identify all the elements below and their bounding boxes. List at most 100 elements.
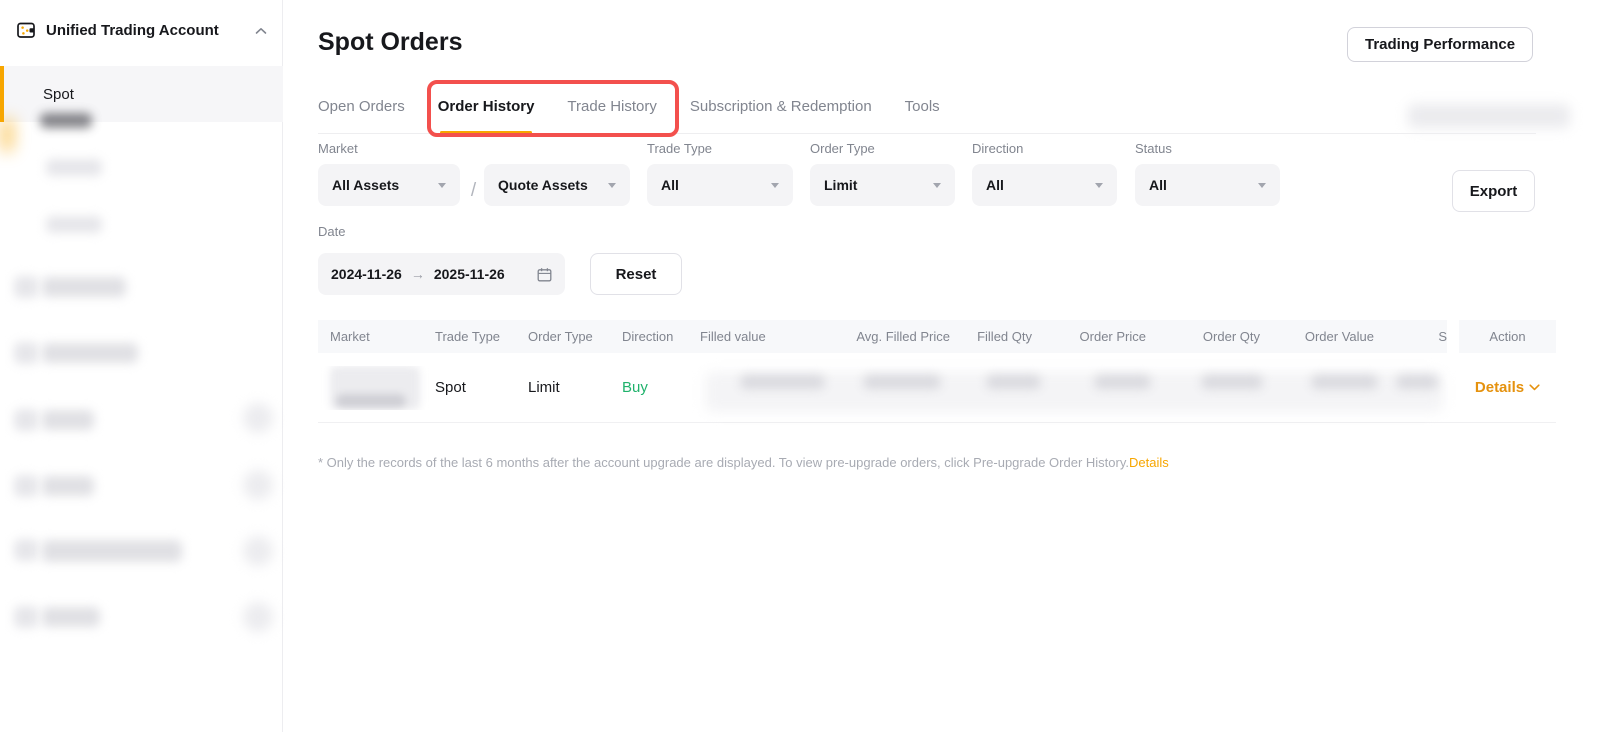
redacted-value <box>1201 375 1263 389</box>
sidebar-icon-blurred <box>14 539 38 561</box>
page-title: Spot Orders <box>318 28 462 57</box>
col-header-trade-type: Trade Type <box>435 329 528 344</box>
cell-direction: Buy <box>622 379 700 396</box>
chevron-down-icon <box>1095 183 1103 188</box>
status-filter-label: Status <box>1135 141 1280 156</box>
tab-order-history[interactable]: Order History <box>438 98 535 134</box>
col-header-order-price: Order Price <box>1032 329 1146 344</box>
trade-type-value: All <box>661 177 679 193</box>
tab-subscription-redemption[interactable]: Subscription & Redemption <box>690 98 872 134</box>
pair-separator: / <box>463 170 484 212</box>
cell-trade-type: Spot <box>435 379 528 396</box>
redacted-market-name <box>330 366 420 410</box>
status-select[interactable]: All <box>1135 164 1280 206</box>
sticky-column-gap <box>1447 353 1459 422</box>
col-header-order-type: Order Type <box>528 329 622 344</box>
trade-type-filter-group: Trade Type All <box>647 141 793 206</box>
sidebar-icon-blurred <box>14 409 38 431</box>
trading-performance-button[interactable]: Trading Performance <box>1347 27 1533 62</box>
col-header-market: Market <box>318 329 435 344</box>
chevron-down-icon <box>1258 183 1266 188</box>
col-header-order-value: Order Value <box>1260 329 1374 344</box>
trade-type-filter-label: Trade Type <box>647 141 793 156</box>
tab-open-orders[interactable]: Open Orders <box>318 98 405 134</box>
unified-account-icon <box>17 22 36 39</box>
tab-tools[interactable]: Tools <box>905 98 940 134</box>
date-filter-group: Date <box>318 224 345 247</box>
col-header-filled-qty: Filled Qty <box>950 329 1032 344</box>
col-header-filled-value: Filled value <box>700 329 830 344</box>
order-type-filter-label: Order Type <box>810 141 955 156</box>
order-type-select[interactable]: Limit <box>810 164 955 206</box>
sidebar-item-blurred[interactable] <box>42 476 94 496</box>
sidebar-item-blurred[interactable] <box>42 343 138 363</box>
redacted-value <box>863 375 941 389</box>
sidebar-item-blurred[interactable] <box>40 113 92 128</box>
status-value: All <box>1149 177 1167 193</box>
market-filter-label: Market <box>318 141 460 156</box>
sticky-column-gap <box>1447 320 1459 353</box>
sidebar-item-blurred[interactable] <box>42 410 94 430</box>
redacted-value <box>1311 375 1378 389</box>
chevron-down-icon <box>608 183 616 188</box>
sidebar-chevron-blurred <box>243 403 273 433</box>
direction-filter-group: Direction All <box>972 141 1117 206</box>
chevron-down-icon <box>1529 384 1540 391</box>
quote-asset-value: Quote Assets <box>498 177 588 193</box>
quote-asset-select[interactable]: Quote Assets <box>484 164 630 206</box>
reset-button[interactable]: Reset <box>590 253 682 295</box>
sidebar-icon-blurred <box>14 276 38 298</box>
sidebar-chevron-blurred <box>243 536 273 566</box>
app-window: Unified Trading Account Spot <box>0 0 1600 732</box>
col-header-action: Action <box>1459 329 1556 344</box>
order-type-value: Limit <box>824 177 857 193</box>
blurred-link[interactable] <box>1408 104 1570 128</box>
sidebar-active-bar-blur <box>0 118 14 152</box>
details-button[interactable]: Details <box>1459 379 1556 396</box>
date-range-picker[interactable]: 2024-11-26 → 2025-11-26 <box>318 253 565 295</box>
sidebar-item-blurred[interactable] <box>46 159 102 176</box>
export-button[interactable]: Export <box>1452 170 1535 212</box>
sidebar-item-blurred[interactable] <box>42 540 182 562</box>
account-switcher[interactable]: Unified Trading Account <box>17 22 267 39</box>
main-content: Spot Orders Trading Performance Open Ord… <box>283 0 1600 732</box>
col-header-direction: Direction <box>622 329 700 344</box>
base-asset-select[interactable]: All Assets <box>318 164 460 206</box>
cell-market <box>318 366 435 410</box>
sidebar-icon-blurred <box>14 475 38 497</box>
sidebar-item-blurred[interactable] <box>46 216 102 233</box>
calendar-icon <box>537 267 552 282</box>
market-filter-group: Market All Assets <box>318 141 460 206</box>
sidebar: Unified Trading Account Spot <box>0 0 283 732</box>
details-label: Details <box>1475 379 1524 396</box>
account-title: Unified Trading Account <box>46 22 245 39</box>
tab-bar: Open Orders Order History Trade History … <box>318 98 940 134</box>
col-header-avg-filled-price: Avg. Filled Price <box>830 329 950 344</box>
tab-trade-history[interactable]: Trade History <box>567 98 656 134</box>
sidebar-item-label: Spot <box>43 86 74 103</box>
table-row: Spot Limit Buy Details <box>318 353 1556 423</box>
chevron-down-icon <box>933 183 941 188</box>
sidebar-item-blurred[interactable] <box>42 607 100 627</box>
date-filter-label: Date <box>318 224 345 239</box>
chevron-up-icon[interactable] <box>255 27 267 35</box>
col-header-order-qty: Order Qty <box>1146 329 1260 344</box>
date-range-arrow-icon: → <box>411 266 425 282</box>
sidebar-chevron-blurred <box>243 602 273 632</box>
status-filter-group: Status All <box>1135 141 1280 206</box>
footnote-details-link[interactable]: Details <box>1129 455 1169 470</box>
tab-divider <box>318 133 1536 134</box>
cell-order-type: Limit <box>528 379 622 396</box>
trade-type-select[interactable]: All <box>647 164 793 206</box>
sidebar-item-blurred[interactable] <box>42 277 126 297</box>
redacted-value <box>1396 375 1438 389</box>
sidebar-icon-blurred <box>14 606 38 628</box>
sidebar-icon-blurred <box>14 342 38 364</box>
date-to-value: 2025-11-26 <box>434 266 505 282</box>
cell-action: Details <box>1459 379 1556 396</box>
quote-asset-group: Quote Assets <box>484 141 630 206</box>
direction-select[interactable]: All <box>972 164 1117 206</box>
redacted-value <box>986 375 1041 389</box>
chevron-down-icon <box>438 183 446 188</box>
direction-value: All <box>986 177 1004 193</box>
